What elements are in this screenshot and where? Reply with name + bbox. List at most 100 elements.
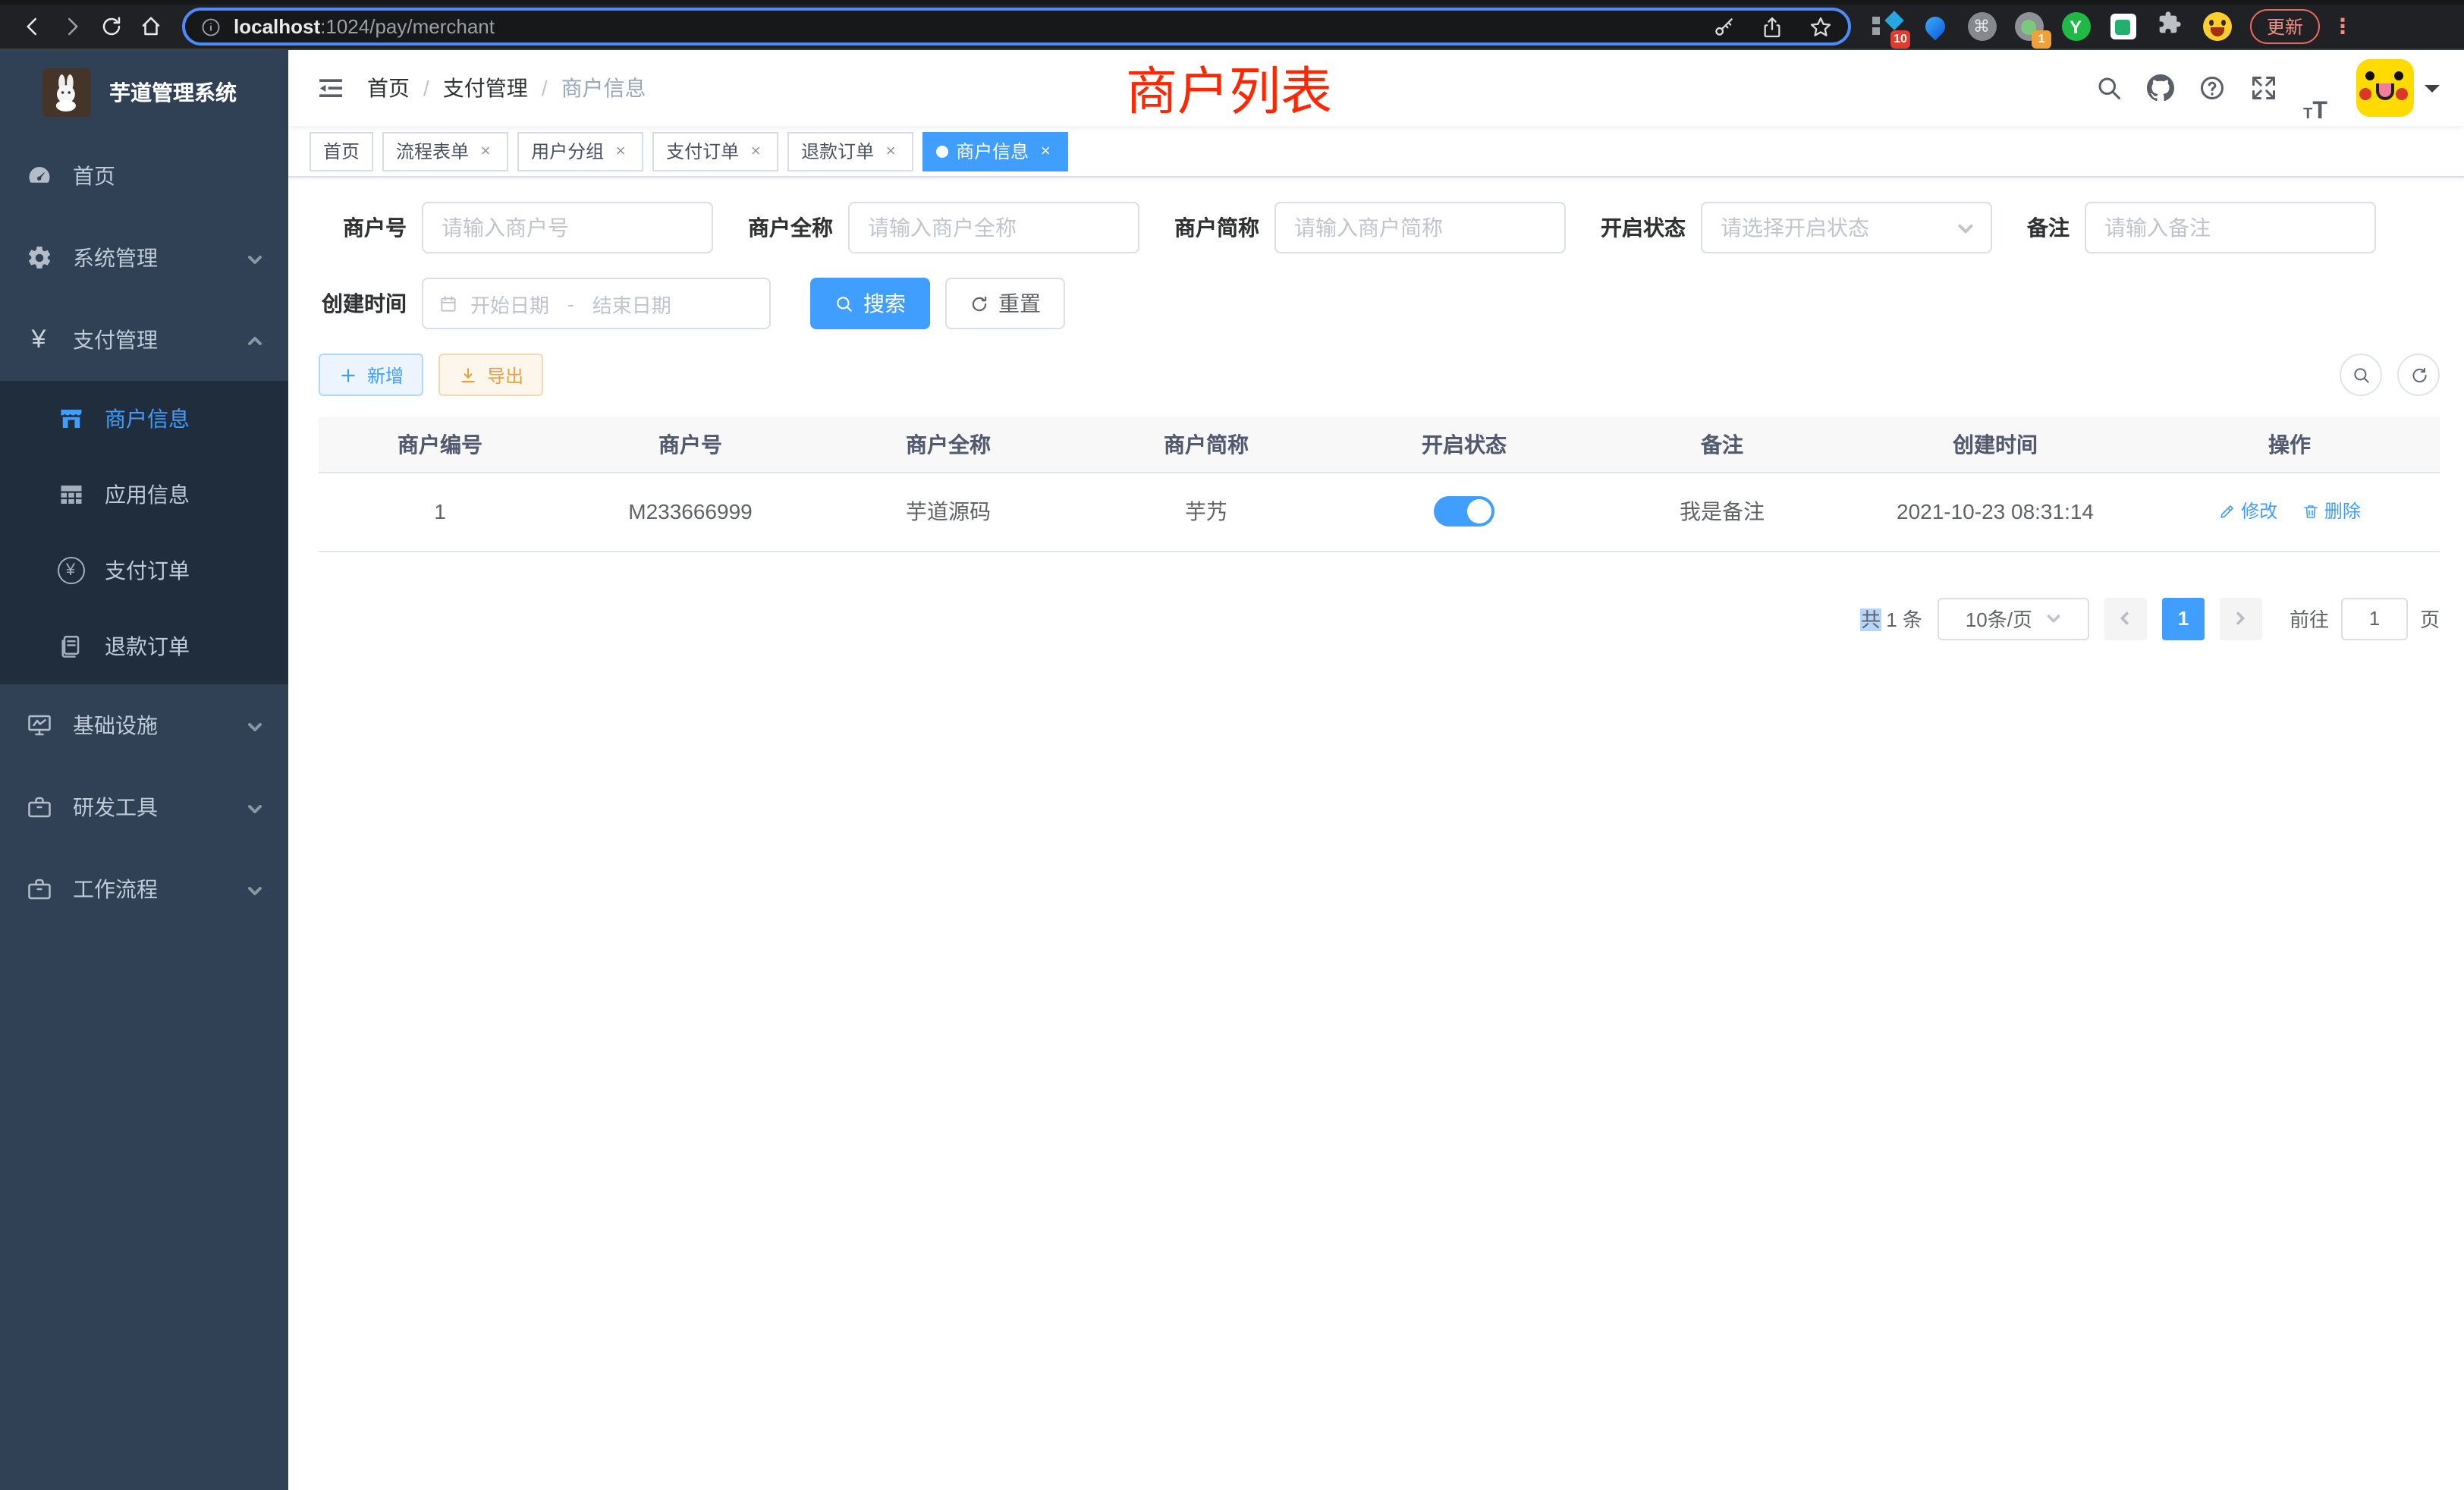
extension-avatar-icon[interactable]: 1 xyxy=(2013,11,2044,42)
sidebar-item-pay-order[interactable]: 支付订单 xyxy=(0,533,288,608)
navbar-right-tools xyxy=(2083,50,2440,126)
extension-emoji-icon[interactable] xyxy=(2202,11,2232,42)
breadcrumb-home[interactable]: 首页 xyxy=(367,73,410,103)
user-avatar[interactable] xyxy=(2356,59,2414,117)
sidebar-item-label: 退款订单 xyxy=(105,631,264,662)
col-remark: 备注 xyxy=(1593,417,1851,472)
delete-link[interactable]: 删除 xyxy=(2302,498,2361,524)
share-icon[interactable] xyxy=(1760,14,1784,39)
tab-home[interactable]: 首页 xyxy=(310,131,373,171)
full-name-input[interactable] xyxy=(848,202,1139,253)
sidebar-item-merchant-info[interactable]: 商户信息 xyxy=(0,381,288,457)
sidebar-item-app-info[interactable]: 应用信息 xyxy=(0,457,288,533)
table-toolbar: 新增 导出 xyxy=(319,354,2440,396)
add-button[interactable]: 新增 xyxy=(319,354,423,396)
col-merchant-id: 商户编号 xyxy=(319,417,561,472)
search-button[interactable]: 搜索 xyxy=(810,278,930,329)
toggle-search-button[interactable] xyxy=(2340,354,2382,396)
sidebar-item-refund-order[interactable]: 退款订单 xyxy=(0,608,288,684)
field-label: 商户全称 xyxy=(748,212,848,243)
filter-row-2: 创建时间 开始日期 - 结束日期 搜索 重置 xyxy=(319,278,2440,329)
table-tools xyxy=(2340,354,2440,396)
filter-full-name: 商户全称 xyxy=(748,202,1139,253)
date-range-input[interactable]: 开始日期 - 结束日期 xyxy=(422,278,771,329)
tab-process-form[interactable]: 流程表单 xyxy=(382,131,508,171)
password-key-icon[interactable] xyxy=(1711,14,1736,39)
sidebar-item-system[interactable]: 系统管理 xyxy=(0,217,288,299)
close-icon[interactable] xyxy=(882,142,900,160)
avatar-caret-icon[interactable] xyxy=(2425,84,2440,99)
prev-page-button[interactable] xyxy=(2104,597,2147,640)
extension-drop-icon[interactable]: 10 xyxy=(1872,11,1903,42)
export-button[interactable]: 导出 xyxy=(438,354,543,396)
button-label: 导出 xyxy=(487,362,523,388)
status-toggle[interactable] xyxy=(1434,496,1494,527)
page-size-select[interactable]: 10条/页 xyxy=(1938,597,2089,640)
breadcrumb-separator xyxy=(423,76,429,100)
address-bar[interactable]: localhost:1024/pay/merchant xyxy=(182,8,1851,46)
breadcrumb-section[interactable]: 支付管理 xyxy=(443,73,528,103)
extension-command-icon[interactable] xyxy=(1966,11,1997,42)
field-label: 商户简称 xyxy=(1174,212,1274,243)
main-panel: 首页 支付管理 商户信息 xyxy=(288,50,2464,1490)
sidebar-collapse-icon[interactable] xyxy=(303,61,358,115)
sidebar-item-payment[interactable]: 支付管理 xyxy=(0,299,288,381)
refresh-table-button[interactable] xyxy=(2397,354,2440,396)
plus-icon xyxy=(338,365,358,385)
annotation-merchant-list: 商户列表 xyxy=(1126,50,1332,124)
page-number-button[interactable]: 1 xyxy=(2162,597,2205,640)
date-separator: - xyxy=(561,292,580,315)
tab-user-group[interactable]: 用户分组 xyxy=(517,131,643,171)
remark-input[interactable] xyxy=(2085,202,2376,253)
link-label: 修改 xyxy=(2241,498,2277,524)
col-create-time: 创建时间 xyxy=(1851,417,2139,472)
next-page-button[interactable] xyxy=(2220,597,2262,640)
edit-link[interactable]: 修改 xyxy=(2218,498,2277,524)
browser-reload-button[interactable] xyxy=(91,7,130,46)
sidebar-item-home[interactable]: 首页 xyxy=(0,135,288,217)
sidebar-logo-row[interactable]: 芋道管理系统 xyxy=(0,50,288,135)
sidebar-item-workflow[interactable]: 工作流程 xyxy=(0,848,288,930)
help-icon[interactable] xyxy=(2186,50,2238,126)
tab-merchant-info[interactable]: 商户信息 xyxy=(922,131,1068,171)
bookmark-star-icon[interactable] xyxy=(1809,14,1833,39)
tab-label: 流程表单 xyxy=(396,138,469,164)
browser-back-button[interactable] xyxy=(12,7,52,46)
header-search-icon[interactable] xyxy=(2083,50,2135,126)
status-select[interactable]: 请选择开启状态 xyxy=(1701,202,1992,253)
url-text: localhost:1024/pay/merchant xyxy=(234,15,1687,38)
browser-menu-kebab-icon[interactable] xyxy=(2332,14,2347,39)
extensions-puzzle-icon[interactable] xyxy=(2154,11,2185,42)
col-merchant-no: 商户号 xyxy=(561,417,819,472)
browser-home-button[interactable] xyxy=(130,7,170,46)
tab-pay-order[interactable]: 支付订单 xyxy=(652,131,778,171)
font-size-icon[interactable] xyxy=(2290,50,2341,126)
browser-update-button[interactable]: 更新 xyxy=(2250,9,2320,44)
close-icon[interactable] xyxy=(1036,142,1054,160)
site-info-icon[interactable] xyxy=(200,16,222,37)
forward-arrow-icon xyxy=(60,15,83,38)
url-host: localhost xyxy=(234,15,320,38)
filter-row-1: 商户号 商户全称 商户简称 开启状态 请选择开启状态 xyxy=(319,202,2440,253)
close-icon[interactable] xyxy=(476,142,495,160)
github-icon[interactable] xyxy=(2135,50,2186,126)
goto-page-input[interactable] xyxy=(2341,597,2408,640)
extension-doc-icon[interactable] xyxy=(2107,11,2138,42)
tab-refund-order[interactable]: 退款订单 xyxy=(787,131,913,171)
sidebar-item-infrastructure[interactable]: 基础设施 xyxy=(0,684,288,766)
extension-y-icon[interactable] xyxy=(2060,11,2091,42)
fullscreen-icon[interactable] xyxy=(2238,50,2290,126)
url-path: :1024/pay/merchant xyxy=(320,15,495,38)
yen-icon xyxy=(24,325,53,354)
sidebar-item-dev-tools[interactable]: 研发工具 xyxy=(0,766,288,848)
merchant-no-input[interactable] xyxy=(422,202,713,253)
reset-button[interactable]: 重置 xyxy=(945,278,1065,329)
close-icon[interactable] xyxy=(746,142,765,160)
short-name-input[interactable] xyxy=(1274,202,1566,253)
extension-diamond-glyph xyxy=(1884,10,1903,29)
extension-pin-icon[interactable] xyxy=(1919,11,1950,42)
tab-label: 首页 xyxy=(323,138,360,164)
close-icon[interactable] xyxy=(611,142,630,160)
browser-forward-button[interactable] xyxy=(52,7,91,46)
select-placeholder: 请选择开启状态 xyxy=(1721,212,1956,243)
